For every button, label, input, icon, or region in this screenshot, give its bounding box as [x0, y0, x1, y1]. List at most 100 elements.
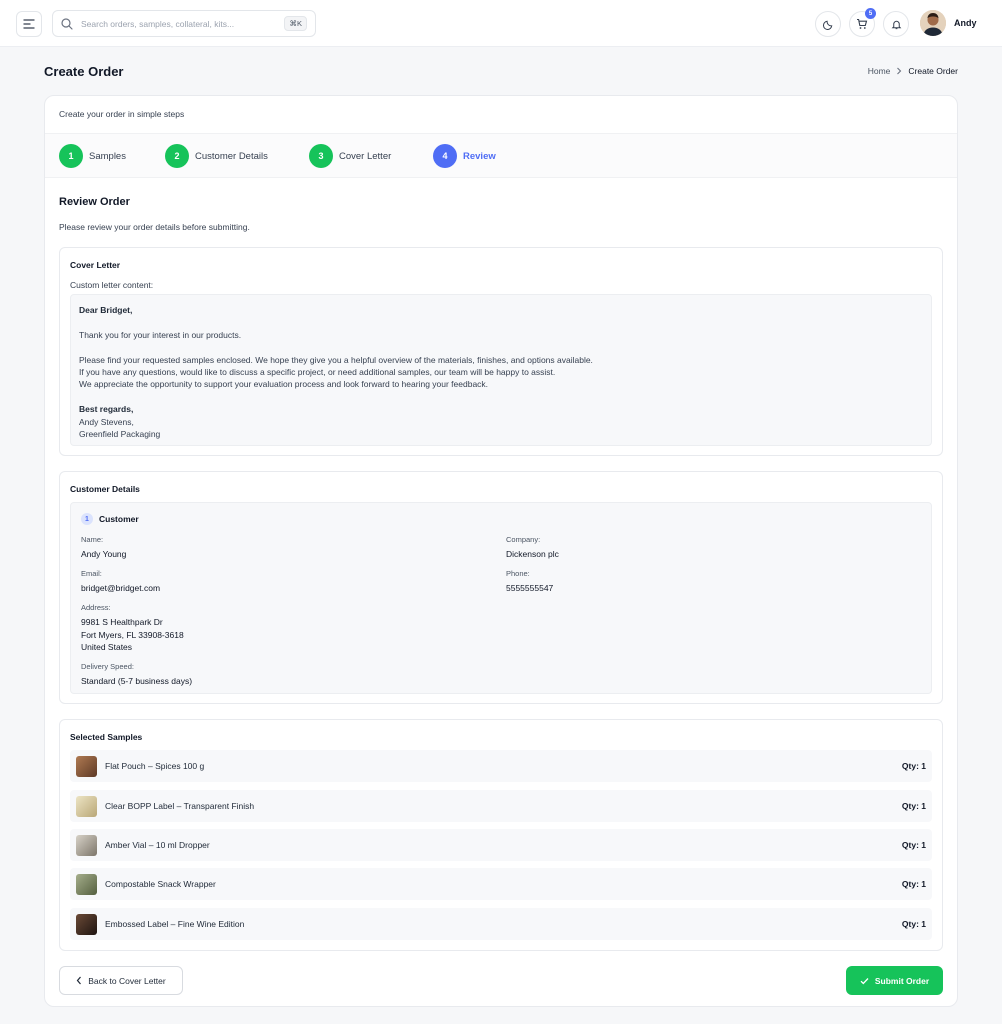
field-label: Address: — [81, 603, 111, 612]
customer-details-panel: Customer Details 1 Customer Name: Andy Y… — [59, 471, 943, 704]
step-label: Cover Letter — [339, 150, 392, 162]
field-label: Company: — [506, 535, 541, 544]
letter-content: Dear Bridget, Thank you for your interes… — [70, 294, 932, 446]
back-to-cover-letter-button[interactable]: Back to Cover Letter — [59, 966, 183, 995]
letter-line: Thank you for your interest in our produ… — [79, 329, 242, 340]
menu-icon — [23, 19, 35, 29]
field-label: Email: — [81, 569, 102, 578]
submit-order-button[interactable]: Submit Order — [846, 966, 943, 995]
bell-icon — [891, 20, 901, 29]
sample-row: Flat Pouch – Spices 100 g Qty: 1 — [70, 750, 932, 782]
chevron-right-icon — [897, 67, 902, 75]
cart-button[interactable]: 5 — [849, 8, 876, 37]
sample-qty: Qty: 1 — [901, 879, 926, 889]
step-samples[interactable]: 1 Samples — [59, 144, 126, 168]
search-bar[interactable]: Search orders, samples, collateral, kits… — [52, 10, 316, 37]
customer-details-title: Customer Details — [70, 484, 140, 494]
user-avatar-icon — [920, 10, 946, 36]
field-value: 9981 S Healthpark Dr Fort Myers, FL 3390… — [81, 616, 184, 654]
customer-label: Customer — [99, 514, 139, 524]
sample-qty: Qty: 1 — [901, 761, 926, 771]
sample-qty: Qty: 1 — [901, 801, 926, 811]
field-email: Email: bridget@bridget.com — [81, 569, 160, 595]
field-value: 5555555547 — [506, 583, 554, 593]
breadcrumb-home-link[interactable]: Home — [868, 66, 891, 76]
breadcrumb-current: Create Order — [908, 66, 958, 76]
sample-row: Amber Vial – 10 ml Dropper Qty: 1 — [70, 829, 932, 861]
sample-row: Compostable Snack Wrapper Qty: 1 — [70, 868, 932, 900]
step-number: 2 — [165, 144, 189, 168]
letter-line: We appreciate the opportunity to support… — [79, 379, 489, 390]
check-icon — [860, 977, 869, 984]
step-cover-letter[interactable]: 3 Cover Letter — [309, 144, 391, 168]
breadcrumb: Home Create Order — [868, 66, 958, 76]
step-label: Review — [463, 150, 496, 162]
sample-name: Embossed Label – Fine Wine Edition — [105, 919, 245, 929]
sample-row: Embossed Label – Fine Wine Edition Qty: … — [70, 908, 932, 940]
sample-name: Clear BOPP Label – Transparent Finish — [105, 801, 255, 811]
step-label: Samples — [89, 150, 126, 162]
top-bar: Search orders, samples, collateral, kits… — [0, 0, 1002, 47]
field-label: Name: — [81, 535, 104, 544]
letter-signer: Andy Stevens, — [79, 416, 134, 427]
field-label: Delivery Speed: — [81, 662, 134, 671]
field-name: Name: Andy Young — [81, 535, 126, 561]
letter-greeting: Dear Bridget, — [79, 305, 133, 315]
step-number: 1 — [59, 144, 83, 168]
sample-thumbnail — [76, 755, 97, 777]
wizard-subtitle: Create your order in simple steps — [59, 109, 185, 119]
selected-samples-panel: Selected Samples Flat Pouch – Spices 100… — [59, 719, 943, 951]
customer-card: 1 Customer Name: Andy Young Company: Dic… — [70, 502, 932, 694]
review-title: Review Order — [59, 196, 130, 208]
letter-content-label: Custom letter content: — [70, 280, 154, 290]
sample-qty: Qty: 1 — [901, 919, 926, 929]
field-company: Company: Dickenson plc — [506, 535, 559, 561]
cover-letter-panel: Cover Letter Custom letter content: Dear… — [59, 247, 943, 456]
step-customer-details[interactable]: 2 Customer Details — [165, 144, 268, 168]
field-value: Standard (5-7 business days) — [81, 676, 193, 686]
cover-letter-title: Cover Letter — [70, 260, 121, 270]
sample-thumbnail — [76, 913, 97, 935]
submit-button-label: Submit Order — [874, 975, 930, 986]
back-button-label: Back to Cover Letter — [88, 975, 166, 986]
step-number: 4 — [433, 144, 457, 168]
sample-name: Amber Vial – 10 ml Dropper — [105, 840, 210, 850]
cart-count-badge: 5 — [865, 8, 876, 19]
review-subtitle: Please review your order details before … — [59, 222, 250, 232]
field-phone: Phone: 5555555547 — [506, 569, 553, 595]
sample-thumbnail — [76, 873, 97, 895]
moon-icon — [822, 20, 832, 30]
sample-row: Clear BOPP Label – Transparent Finish Qt… — [70, 790, 932, 822]
step-label: Customer Details — [195, 150, 268, 162]
sample-qty: Qty: 1 — [901, 840, 926, 850]
cart-icon — [857, 18, 868, 29]
notifications-button[interactable] — [883, 11, 909, 37]
menu-toggle-button[interactable] — [16, 11, 42, 37]
avatar[interactable] — [920, 10, 946, 36]
field-value: Andy Young — [81, 549, 127, 559]
create-order-card: Create your order in simple steps 1 Samp… — [44, 95, 958, 1007]
field-address: Address: 9981 S Healthpark Dr Fort Myers… — [81, 603, 184, 654]
user-name[interactable]: Andy — [954, 18, 977, 28]
customer-number-badge: 1 — [81, 513, 93, 525]
page-title: Create Order — [44, 64, 124, 79]
selected-samples-title: Selected Samples — [70, 732, 143, 742]
field-value: bridget@bridget.com — [81, 583, 161, 593]
sample-thumbnail — [76, 834, 97, 856]
letter-closing: Best regards, — [79, 404, 134, 415]
step-review[interactable]: 4 Review — [433, 144, 496, 168]
address-line: United States — [81, 642, 133, 652]
sample-name: Flat Pouch – Spices 100 g — [105, 761, 205, 771]
sample-thumbnail — [76, 795, 97, 817]
theme-toggle-button[interactable] — [815, 11, 841, 37]
search-shortcut: ⌘K — [284, 16, 307, 31]
search-input[interactable]: Search orders, samples, collateral, kits… — [81, 19, 284, 29]
chevron-left-icon — [76, 976, 82, 985]
field-value: Dickenson plc — [506, 549, 559, 559]
customer-heading: 1 Customer — [81, 513, 139, 525]
address-line: Fort Myers, FL 33908-3618 — [81, 629, 184, 640]
address-line: 9981 S Healthpark Dr — [81, 617, 163, 627]
step-number: 3 — [309, 144, 333, 168]
letter-company: Greenfield Packaging — [79, 429, 161, 440]
search-icon — [61, 17, 73, 30]
